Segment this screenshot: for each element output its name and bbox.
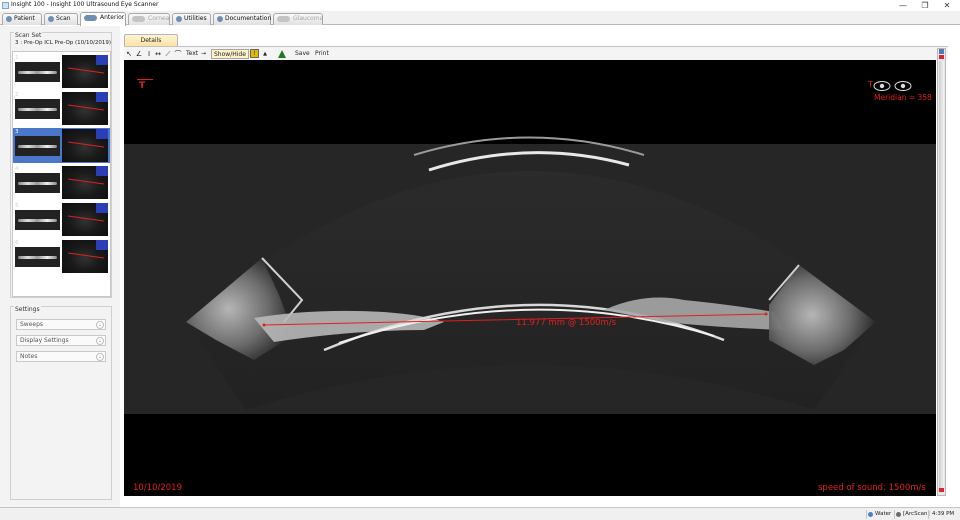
notes-button[interactable]: Notes ⌄ — [16, 351, 106, 362]
left-panel: Scan Set 3 : Pre-Op ICL Pre-Op (10/10/20… — [0, 26, 120, 507]
horizontal-caliper-icon[interactable]: ↔ — [154, 49, 162, 59]
pointer-icon[interactable]: ↖ — [125, 49, 133, 59]
scan-set-group: Scan Set 3 : Pre-Op ICL Pre-Op (10/10/20… — [10, 32, 112, 298]
eye-photo-thumbnail — [62, 203, 108, 236]
status-arcscan: [ArcScan] — [894, 510, 930, 519]
bscan-thumbnail-image — [15, 136, 60, 156]
bscan-thumbnail-image — [15, 62, 60, 82]
tab-documentation[interactable]: Documentation — [213, 13, 271, 25]
status-bar: Water [ArcScan] 4:39 PM — [0, 507, 960, 520]
meridian-label: Meridian = 358 — [874, 93, 932, 102]
bscan-thumbnail-image — [15, 210, 60, 230]
scroll-bottom-marker — [939, 488, 944, 492]
app-icon — [2, 2, 9, 9]
tab-utilities[interactable]: Utilities — [172, 13, 211, 25]
display-settings-button[interactable]: Display Settings ⌄ — [16, 335, 106, 346]
tab-patient[interactable]: Patient — [2, 13, 42, 25]
bscan-thumbnail-image — [15, 247, 60, 267]
scan-thumbnail[interactable]: 2 — [13, 91, 110, 126]
arcscan-icon — [896, 512, 901, 517]
water-icon — [868, 512, 873, 517]
chevron-down-icon: ⌄ — [96, 353, 104, 361]
arrow-tool-button[interactable]: → — [201, 49, 206, 59]
area-tool-icon[interactable]: ⟋ — [164, 49, 172, 59]
tab-anterior[interactable]: Anterior — [80, 12, 126, 26]
main-tab-strip: Patient Scan Anterior Cornea Utilities D… — [0, 11, 960, 26]
scan-thumbnail[interactable]: 6 — [13, 239, 110, 274]
text-tool-button[interactable]: Text — [186, 49, 198, 59]
restore-button[interactable]: ❐ — [914, 0, 936, 11]
ultrasound-image-viewer[interactable]: T T Meridian = 358 11.977 mm @ 1500m/s 1… — [124, 60, 936, 496]
bscan-thumbnail-image — [15, 173, 60, 193]
anterior-bscan-image — [124, 81, 936, 414]
eye-photo-thumbnail — [62, 240, 108, 273]
scrollbar-thumb[interactable] — [939, 61, 944, 489]
tab-cornea[interactable]: Cornea — [128, 13, 170, 25]
warning-icon[interactable]: ! — [250, 49, 259, 58]
eye-photo-thumbnail — [62, 129, 108, 162]
scan-icon — [48, 16, 54, 22]
scroll-top-marker — [939, 55, 944, 59]
tab-scan[interactable]: Scan — [44, 13, 78, 25]
scan-thumbnail[interactable]: 4 — [13, 165, 110, 200]
status-water: Water — [866, 510, 891, 519]
annotation-toolbar: ↖ ∠ I ↔ ⟋ ⌒ Text → Show/Hide ! ▲ Save Pr… — [124, 46, 948, 60]
scan-thumbnail-selected[interactable]: 3 — [13, 128, 110, 163]
scan-date: 10/10/2019 — [133, 483, 182, 493]
patient-icon — [6, 16, 12, 22]
vertical-caliper-icon[interactable]: I — [145, 49, 153, 59]
eye-photo-thumbnail — [62, 55, 108, 88]
title-bar: Insight 100 - Insight 100 Ultrasound Eye… — [0, 0, 960, 11]
green-triangle-icon[interactable] — [278, 50, 286, 58]
utilities-icon — [176, 16, 182, 22]
show-hide-button[interactable]: Show/Hide — [211, 49, 249, 59]
arc-tool-icon[interactable]: ⌒ — [174, 49, 182, 59]
scan-thumbnail[interactable]: 1 — [13, 54, 110, 89]
small-triangle-icon[interactable]: ▲ — [261, 49, 269, 59]
status-time: 4:39 PM — [928, 510, 954, 519]
vertical-scrollbar[interactable] — [937, 48, 946, 496]
sweeps-button[interactable]: Sweeps ⌄ — [16, 319, 106, 330]
print-button[interactable]: Print — [315, 49, 329, 59]
eye-photo-thumbnail — [62, 92, 108, 125]
measurement-label[interactable]: 11.977 mm @ 1500m/s — [516, 318, 616, 328]
window-title: Insight 100 - Insight 100 Ultrasound Eye… — [11, 1, 159, 8]
save-button[interactable]: Save — [295, 49, 310, 59]
tab-details[interactable]: Details — [124, 34, 178, 46]
documentation-icon — [217, 16, 223, 22]
chevron-down-icon: ⌄ — [96, 321, 104, 329]
close-button[interactable]: ✕ — [936, 0, 958, 11]
orientation-marker: T — [136, 79, 154, 91]
eye-icon — [873, 81, 912, 91]
cornea-icon — [132, 16, 145, 22]
anterior-icon — [84, 15, 97, 21]
speed-of-sound-label: speed of sound: 1500m/s — [818, 483, 926, 493]
scan-thumbnail-list[interactable]: 1 2 3 4 5 6 — [12, 51, 111, 297]
settings-title: Settings — [14, 306, 41, 313]
bscan-thumbnail-image — [15, 99, 60, 119]
glaucoma-icon — [277, 16, 290, 22]
angle-tool-icon[interactable]: ∠ — [135, 49, 143, 59]
scan-set-name: 3 : Pre-Op ICL Pre-Op (10/10/2019) — [15, 40, 112, 46]
scroll-icon[interactable] — [939, 49, 944, 54]
tab-glaucoma[interactable]: Glaucoma — [273, 13, 323, 25]
minimize-button[interactable]: — — [892, 0, 914, 11]
scan-set-title: Scan Set — [14, 32, 43, 39]
chevron-down-icon: ⌄ — [96, 337, 104, 345]
scan-thumbnail[interactable]: 5 — [13, 202, 110, 237]
eye-label: T — [868, 80, 873, 89]
eye-photo-thumbnail — [62, 166, 108, 199]
settings-group: Settings Sweeps ⌄ Display Settings ⌄ Notes… — [10, 306, 112, 500]
